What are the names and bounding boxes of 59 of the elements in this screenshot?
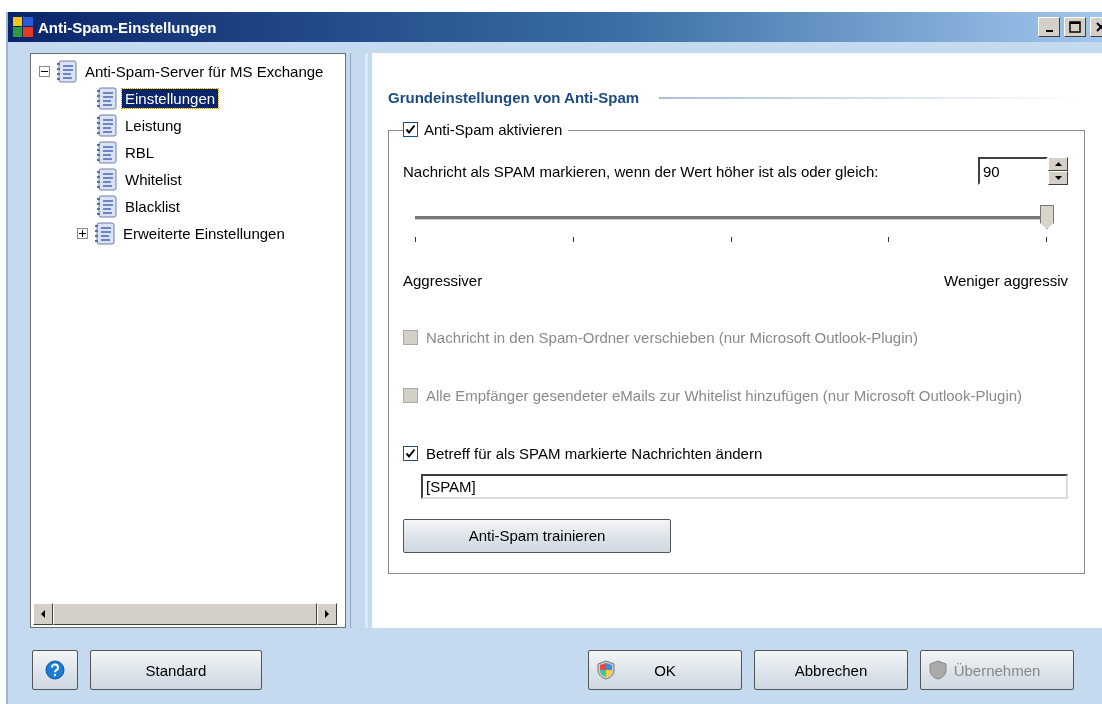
section-heading: Grundeinstellungen von Anti-Spam — [388, 89, 640, 106]
spin-up-button[interactable] — [1048, 157, 1068, 171]
notebook-icon — [96, 194, 118, 219]
up-arrow-icon — [1054, 162, 1062, 166]
notebook-icon — [96, 113, 118, 138]
scroll-left-button[interactable] — [33, 603, 53, 625]
tick-mark — [572, 237, 574, 242]
help-icon — [45, 660, 65, 680]
shield-icon — [597, 660, 615, 680]
tree-item[interactable]: Anti-Spam-Server für MS Exchange — [82, 62, 327, 81]
tree-item[interactable]: Blacklist — [122, 197, 183, 216]
minimize-button[interactable] — [1038, 17, 1060, 37]
checkbox[interactable] — [403, 446, 418, 461]
notebook-icon — [94, 221, 116, 246]
minus-icon — [41, 68, 48, 75]
dialog-button[interactable]: OK — [588, 650, 742, 690]
tree-item[interactable]: Whitelist — [122, 170, 185, 189]
checkbox-label: Alle Empfänger gesendeter eMails zur Whitelist hinzufügen (nur Microsoft Outlook-Plugin) — [426, 387, 1023, 404]
tree-item[interactable]: Einstellungen — [122, 89, 219, 108]
tree-item[interactable]: Erweiterte Einstellungen — [120, 224, 288, 243]
number-field[interactable]: 90 — [978, 157, 1048, 185]
down-arrow-icon — [1054, 176, 1062, 180]
plus-icon — [79, 230, 86, 237]
notebook-icon — [96, 167, 118, 192]
slider-thumb[interactable] — [1040, 205, 1054, 229]
right-arrow-icon — [324, 610, 330, 618]
notebook-icon — [56, 59, 78, 84]
spin-down-button[interactable] — [1048, 171, 1068, 185]
dialog-button[interactable]: Standard — [90, 650, 262, 690]
help-button[interactable] — [32, 650, 78, 690]
checkbox-label: Anti-Spam aktivieren — [424, 121, 563, 138]
horizontal-scrollbar[interactable] — [33, 603, 337, 625]
threshold-label: Nachricht als SPAM markieren, wenn der Wert höher ist als oder gleich: — [403, 162, 879, 180]
tree-item[interactable]: Leistung — [122, 116, 185, 135]
tick-mark — [730, 237, 732, 242]
checkbox-label: Nachricht in den Spam-Ordner verschieben (nur Microsoft Outlook-Plugin) — [426, 329, 918, 346]
slider-max-label: Weniger aggressiv — [944, 272, 1068, 289]
window-title: Anti-Spam-Einstellungen — [38, 18, 218, 36]
maximize-button[interactable] — [1064, 17, 1086, 37]
checkbox-label: Betreff für als SPAM markierte Nachrichten ändern — [426, 445, 763, 462]
tree-item[interactable]: RBL — [122, 143, 158, 162]
shield-icon — [929, 660, 947, 680]
scroll-right-button[interactable] — [317, 603, 337, 625]
tick-mark — [1046, 237, 1047, 242]
checkbox[interactable] — [403, 122, 418, 137]
collapse-toggle[interactable] — [39, 66, 50, 77]
notebook-icon — [96, 140, 118, 165]
expand-toggle[interactable] — [77, 228, 88, 239]
tick-mark — [888, 237, 890, 242]
maximize-icon — [1069, 21, 1081, 33]
tick-mark — [415, 237, 416, 242]
notebook-icon — [96, 86, 118, 111]
subject-field[interactable]: [SPAM] — [421, 474, 1068, 499]
app-logo-icon — [12, 16, 34, 38]
minimize-icon — [1045, 30, 1053, 32]
left-arrow-icon — [40, 610, 46, 618]
train-button[interactable]: Anti-Spam trainieren — [403, 518, 671, 553]
slider-min-label: Aggressiver — [403, 272, 483, 289]
dialog-button[interactable]: Abbrechen — [754, 650, 908, 690]
